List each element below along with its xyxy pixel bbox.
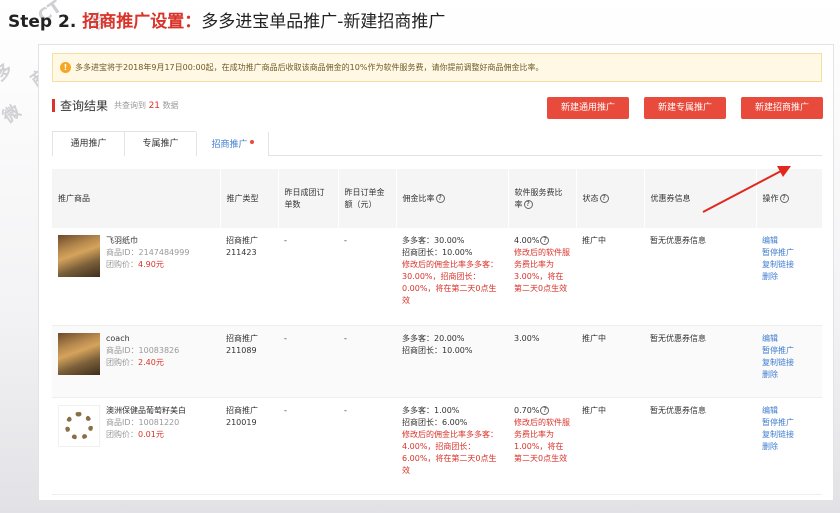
new-dot (249, 140, 254, 144)
promo-type: 招商推广 (226, 333, 258, 343)
pause-link[interactable]: 暂停推广 (762, 417, 816, 429)
service-fee: 3.00% (514, 333, 540, 343)
step-description: 多多进宝单品推广-新建招商推广 (201, 12, 446, 32)
promo-type: 招商推广 (226, 236, 258, 245)
pointer-arrow (702, 166, 791, 213)
help-icon[interactable]: ? (435, 193, 445, 203)
pause-link[interactable]: 暂停推广 (762, 247, 816, 259)
help-icon[interactable]: ? (523, 199, 533, 209)
col-yesterday-amount: 昨日订单金额（元） (338, 169, 397, 228)
product-cell: 飞羽纸巾 商品ID：2147484999 团购价：4.90元 (58, 235, 214, 277)
copy-link[interactable]: 复制链接 (762, 357, 816, 369)
help-icon[interactable]: ? (540, 236, 550, 245)
yesterday-amount: - (338, 228, 396, 326)
coupon-info: 暂无优惠券信息 (644, 397, 756, 495)
yesterday-amount: - (338, 397, 396, 495)
delete-link[interactable]: 删除 (762, 369, 816, 381)
service-fee: 4.00%? (514, 235, 570, 247)
table-row: 澳洲保健品葡萄籽美白 商品ID：10081220 团购价：0.01元 招商推广 2… (52, 397, 822, 495)
coupon-info: 暂无优惠券信息 (644, 325, 756, 398)
delete-link[interactable]: 删除 (762, 441, 816, 453)
group-price: 团购价：0.01元 (106, 429, 164, 439)
product-cell: coach 商品ID：10083826 团购价：2.40元 (58, 332, 214, 375)
group-price: 团购价：2.40元 (106, 357, 164, 367)
step-title: Step 2. 招商推广设置：多多进宝单品推广-新建招商推广 (8, 7, 445, 32)
tab-merchant[interactable]: 招商推广 (196, 131, 269, 156)
promo-id: 211423 (226, 248, 257, 257)
commission-leader: 招商团长：10.00% (402, 345, 473, 355)
tab-general[interactable]: 通用推广 (52, 131, 125, 156)
result-header: 查询结果 共查询到 21 数据 (52, 97, 179, 114)
table-row: 飞羽纸巾 商品ID：2147484999 团购价：4.90元 招商推广 21142… (52, 228, 822, 326)
pause-link[interactable]: 暂停推广 (762, 345, 816, 357)
notice-bar: ! 多多进宝将于2018年9月17日00:00起，在成功推广商品后收取该商品佣金… (52, 53, 822, 82)
product-id: 商品ID：10081220 (106, 417, 180, 427)
notice-text: 多多进宝将于2018年9月17日00:00起，在成功推广商品后收取该商品佣金的1… (75, 63, 544, 72)
commission-leader: 招商团长：6.00% (402, 417, 468, 427)
service-fee-note: 修改后的软件服务费比率为1.00%，将在第二天0点生效 (514, 417, 570, 463)
status: 推广中 (576, 228, 644, 326)
commission-ddk: 多多客：20.00% (402, 333, 465, 343)
tab-exclusive[interactable]: 专属推广 (124, 131, 197, 156)
new-general-promotion-button[interactable]: 新建通用推广 (547, 97, 629, 119)
step-prefix: Step 2. (8, 12, 77, 32)
coupon-info: 暂无优惠券信息 (644, 228, 756, 326)
arrow-shaft (702, 169, 784, 213)
promo-id: 211089 (226, 345, 257, 355)
step-highlight: 招商推广设置： (82, 12, 202, 32)
promo-id: 210019 (226, 417, 257, 427)
product-name[interactable]: 飞羽纸巾 (106, 235, 189, 247)
product-cell: 澳洲保健品葡萄籽美白 商品ID：10081220 团购价：0.01元 (58, 404, 214, 447)
product-name[interactable]: 澳洲保健品葡萄籽美白 (106, 405, 186, 417)
new-merchant-promotion-button[interactable]: 新建招商推广 (741, 97, 823, 119)
commission-note: 修改后的佣金比率多多客：30.00%，招商团长：0.00%，将在第二天0点生效 (402, 260, 498, 305)
product-thumbnail (58, 404, 100, 447)
delete-link[interactable]: 删除 (762, 271, 816, 283)
col-product: 推广商品 (52, 169, 221, 228)
copy-link[interactable]: 复制链接 (762, 429, 816, 441)
commission-ddk: 多多客：1.00% (402, 405, 460, 415)
copy-link[interactable]: 复制链接 (762, 259, 816, 271)
result-label: 查询结果 (60, 99, 109, 113)
product-thumbnail (58, 332, 100, 375)
yesterday-amount: - (338, 325, 396, 398)
service-fee: 0.70%? (514, 405, 570, 417)
col-commission: 佣金比率? (396, 169, 509, 228)
col-yesterday-orders: 昨日成团订单数 (278, 169, 339, 228)
commission-leader: 招商团长：10.00% (402, 248, 473, 257)
promotion-tabs: 通用推广 专属推广 招商推广 (52, 131, 822, 156)
edit-link[interactable]: 编辑 (762, 405, 816, 417)
warning-icon: ! (60, 62, 71, 73)
status: 推广中 (576, 325, 644, 398)
edit-link[interactable]: 编辑 (762, 333, 816, 345)
commission-ddk: 多多客：30.00% (402, 236, 465, 245)
product-thumbnail (58, 235, 100, 277)
edit-link[interactable]: 编辑 (762, 235, 816, 247)
product-id: 商品ID：10083826 (106, 345, 180, 355)
group-price: 团购价：4.90元 (106, 260, 164, 269)
table-row: coach 商品ID：10083826 团购价：2.40元 招商推广 211089… (52, 325, 822, 398)
col-type: 推广类型 (220, 169, 279, 228)
commission-note: 修改后的佣金比率多多客：4.00%，招商团长：6.00%，将在第二天0点生效 (402, 429, 498, 475)
service-fee-note: 修改后的软件服务费比率为3.00%，将在第二天0点生效 (514, 248, 570, 293)
section-marker (52, 99, 55, 112)
product-id: 商品ID：2147484999 (106, 248, 190, 257)
help-icon[interactable]: ? (599, 193, 609, 203)
col-service-fee: 软件服务费比率? (508, 169, 577, 228)
result-count: 共查询到 21 数据 (114, 101, 179, 111)
yesterday-orders: - (278, 325, 338, 398)
yesterday-orders: - (278, 228, 338, 326)
yesterday-orders: - (278, 397, 338, 495)
promo-type: 招商推广 (226, 405, 258, 415)
new-exclusive-promotion-button[interactable]: 新建专属推广 (644, 97, 726, 119)
product-name[interactable]: coach (106, 333, 179, 345)
promotion-panel: ! 多多进宝将于2018年9月17日00:00起，在成功推广商品后收取该商品佣金… (38, 44, 834, 501)
help-icon[interactable]: ? (540, 405, 550, 415)
col-status: 状态? (576, 169, 645, 228)
status: 推广中 (576, 397, 644, 495)
